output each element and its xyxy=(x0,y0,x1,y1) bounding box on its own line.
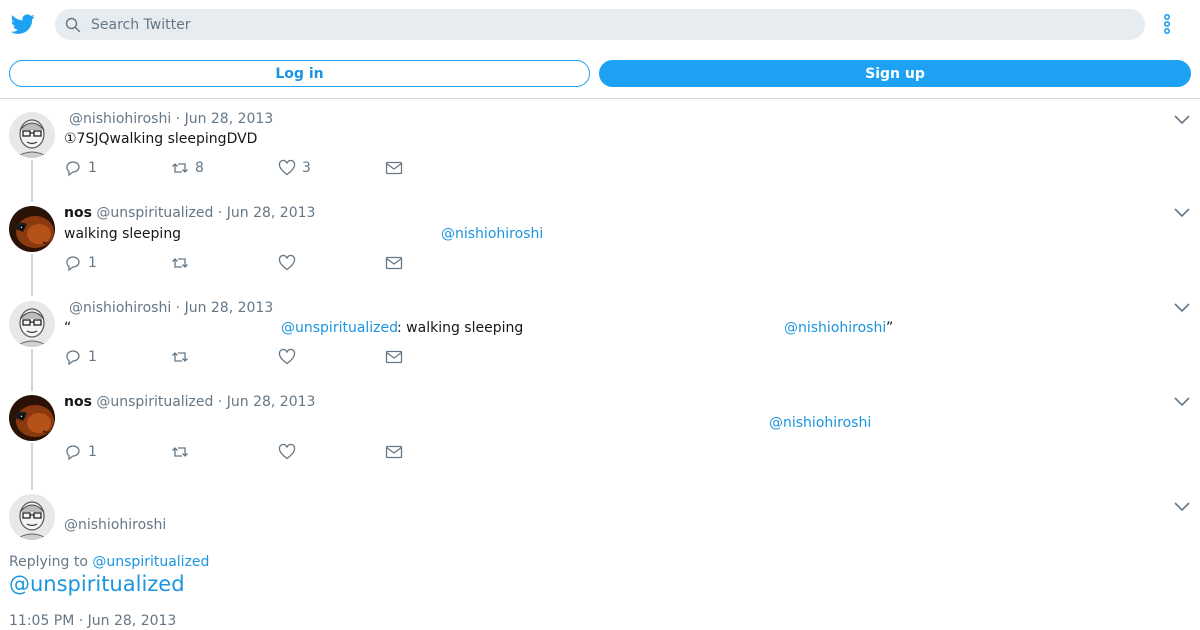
replying-to-label: Replying to @unspiritualized xyxy=(9,554,209,570)
retweet-button[interactable] xyxy=(171,348,189,366)
reply-count: 1 xyxy=(88,160,97,176)
twitter-bird-icon[interactable] xyxy=(10,12,36,36)
avatar[interactable] xyxy=(9,395,55,441)
retweet-button[interactable] xyxy=(171,443,189,461)
tweet-text: ①7SJQwalking sleepingDVD xyxy=(64,131,258,147)
reply-icon xyxy=(66,350,80,366)
tweet-header: nos @unspiritualized · Jun 28, 2013 xyxy=(64,394,315,410)
more-vertical-icon[interactable] xyxy=(1158,12,1176,36)
thread-line xyxy=(31,160,33,202)
search-bar[interactable] xyxy=(55,9,1145,40)
tweet-text: : walking sleeping xyxy=(397,320,524,336)
mention-link[interactable]: @nishiohiroshi xyxy=(441,226,543,242)
reply-button[interactable]: 1 xyxy=(64,159,97,177)
tweet-handle[interactable]: @nishiohiroshi xyxy=(69,111,171,127)
like-icon xyxy=(278,159,296,176)
like-button[interactable] xyxy=(278,443,296,461)
chevron-down-icon[interactable] xyxy=(1174,397,1190,407)
reply-button[interactable]: 1 xyxy=(64,348,97,366)
like-button[interactable] xyxy=(278,254,296,272)
like-count: 3 xyxy=(302,160,311,176)
mention-link[interactable]: @nishiohiroshi xyxy=(769,415,871,431)
retweet-icon xyxy=(172,447,188,457)
search-input[interactable] xyxy=(91,9,1131,40)
tweet-date[interactable]: · Jun 28, 2013 xyxy=(176,111,274,127)
direct-message-icon xyxy=(385,161,403,175)
retweet-button[interactable] xyxy=(171,254,189,272)
tweet-actions: 1 xyxy=(64,254,424,272)
dm-button[interactable] xyxy=(385,159,403,177)
avatar[interactable] xyxy=(9,206,55,252)
avatar[interactable] xyxy=(9,494,55,540)
reply-count: 1 xyxy=(88,349,97,365)
header-divider xyxy=(0,98,1200,99)
tweet-display-name[interactable]: nos xyxy=(64,394,92,410)
dm-button[interactable] xyxy=(385,348,403,366)
tweet-actions: 1 8 3 xyxy=(64,159,424,177)
thread-line xyxy=(31,254,33,296)
focused-timestamp[interactable]: 11:05 PM · Jun 28, 2013 xyxy=(9,613,176,629)
reply-button[interactable]: 1 xyxy=(64,254,97,272)
tweet-display-name[interactable]: nos xyxy=(64,205,92,221)
close-quote: ” xyxy=(886,320,894,336)
tweet-handle[interactable]: @unspiritualized xyxy=(96,205,213,221)
reply-icon xyxy=(66,161,80,177)
retweet-count: 8 xyxy=(195,160,204,176)
tweet-actions: 1 xyxy=(64,443,424,461)
direct-message-icon xyxy=(385,350,403,364)
thread-line xyxy=(31,443,33,490)
like-button[interactable]: 3 xyxy=(278,159,311,177)
tweet-header: nos @unspiritualized · Jun 28, 2013 xyxy=(64,205,315,221)
dm-button[interactable] xyxy=(385,254,403,272)
reply-icon xyxy=(66,445,80,461)
tweet-actions: 1 xyxy=(64,348,424,366)
tweet-date[interactable]: · Jun 28, 2013 xyxy=(218,205,316,221)
open-quote: “ xyxy=(64,320,72,336)
like-button[interactable] xyxy=(278,348,296,366)
tweet-header: @nishiohiroshi · Jun 28, 2013 xyxy=(69,111,273,127)
like-icon xyxy=(278,348,296,365)
retweet-button[interactable]: 8 xyxy=(171,159,204,177)
tweet-text: walking sleeping xyxy=(64,226,182,242)
top-bar xyxy=(0,0,1200,48)
direct-message-icon xyxy=(385,256,403,270)
reply-count: 1 xyxy=(88,444,97,460)
reply-button[interactable]: 1 xyxy=(64,443,97,461)
reply-count: 1 xyxy=(88,255,97,271)
retweet-icon xyxy=(172,258,188,268)
like-icon xyxy=(278,254,296,271)
focused-handle[interactable]: @nishiohiroshi xyxy=(64,517,166,533)
like-icon xyxy=(278,443,296,460)
avatar[interactable] xyxy=(9,112,55,158)
tweet-handle[interactable]: @nishiohiroshi xyxy=(69,300,171,316)
chevron-down-icon[interactable] xyxy=(1174,303,1190,313)
tweet-date[interactable]: · Jun 28, 2013 xyxy=(218,394,316,410)
tweet-handle[interactable]: @unspiritualized xyxy=(96,394,213,410)
mention-link[interactable]: @unspiritualized xyxy=(281,320,398,336)
avatar[interactable] xyxy=(9,301,55,347)
tweet-date[interactable]: · Jun 28, 2013 xyxy=(176,300,274,316)
direct-message-icon xyxy=(385,445,403,459)
tweet-header: @nishiohiroshi · Jun 28, 2013 xyxy=(69,300,273,316)
search-icon xyxy=(65,17,81,33)
dm-button[interactable] xyxy=(385,443,403,461)
chevron-down-icon[interactable] xyxy=(1174,502,1190,512)
chevron-down-icon[interactable] xyxy=(1174,208,1190,218)
retweet-icon xyxy=(172,352,188,362)
chevron-down-icon[interactable] xyxy=(1174,115,1190,125)
thread-line xyxy=(31,349,33,391)
retweet-icon xyxy=(172,163,188,173)
mention-link[interactable]: @nishiohiroshi xyxy=(784,320,886,336)
reply-icon xyxy=(66,256,80,272)
focused-tweet-mention[interactable]: @unspiritualized xyxy=(9,572,185,596)
replying-to-link[interactable]: @unspiritualized xyxy=(92,554,209,570)
signup-button[interactable]: Sign up xyxy=(599,60,1191,87)
login-button[interactable]: Log in xyxy=(9,60,590,87)
replying-to-prefix: Replying to xyxy=(9,554,88,570)
